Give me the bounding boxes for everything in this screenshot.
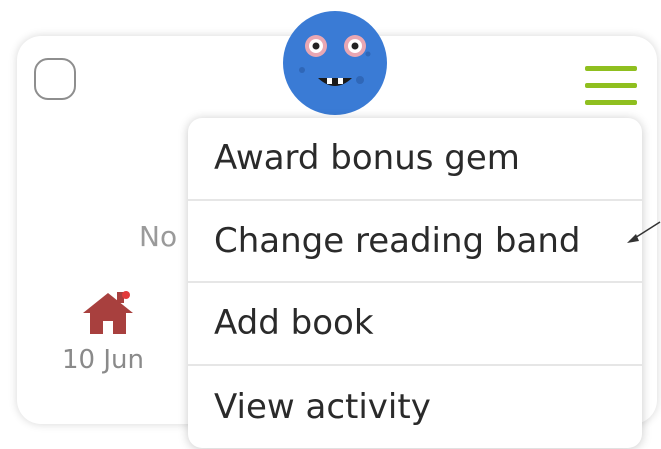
select-checkbox[interactable]: [34, 58, 76, 100]
home-date: 10 Jun: [62, 345, 144, 375]
menu-item-change-reading-band[interactable]: Change reading band: [188, 201, 642, 283]
context-menu: Award bonus gem Change reading band Add …: [188, 118, 642, 448]
monster-avatar: [282, 10, 388, 116]
hamburger-menu-icon[interactable]: [585, 64, 637, 106]
home-icon: [80, 289, 136, 337]
menu-item-award-bonus-gem[interactable]: Award bonus gem: [188, 118, 642, 201]
status-text: No: [139, 220, 178, 253]
pointer-arrow-icon: [624, 214, 661, 250]
menu-item-add-book[interactable]: Add book: [188, 283, 642, 366]
menu-item-view-activity[interactable]: View activity: [188, 366, 642, 449]
